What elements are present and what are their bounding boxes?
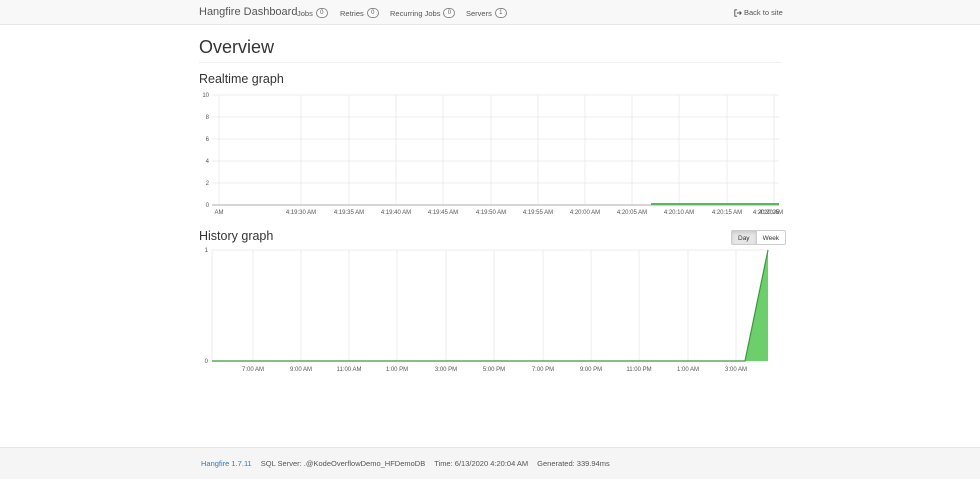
history-x-tick-label: 11:00 AM [337,367,362,373]
sql-server-info: SQL Server: .@KodeOverflowDemo_HFDemoDB [260,459,426,468]
generated-time: Generated: 339.94ms [537,459,610,468]
history-graph: 0 1 7:00 AM 9:00 AM 11:00 AM 1:00 PM 3:00 PM 5:… [205,248,769,373]
hangfire-version-link[interactable]: Hangfire 1.7.11 [201,459,252,468]
server-time: Time: 6/13/2020 4:20:04 AM [434,459,529,468]
history-y-tick-label: 0 [205,359,209,365]
history-x-tick-label: 3:00 AM [725,367,747,373]
history-x-tick-label: 3:00 PM [435,367,457,373]
history-x-tick-label: 1:00 PM [386,367,408,373]
history-x-tick-label: 9:00 PM [580,367,602,373]
history-x-tick-label: 7:00 PM [532,367,554,373]
history-x-tick-label: 11:00 PM [626,367,651,373]
history-x-tick-label: 1:00 AM [677,367,699,373]
footer: Hangfire 1.7.11 SQL Server: .@KodeOverfl… [0,447,980,479]
history-x-tick-label: 7:00 AM [242,367,264,373]
history-x-tick-label: 9:00 AM [290,367,312,373]
history-plot-area [212,250,768,361]
history-y-tick-label: 1 [205,248,209,254]
history-x-tick-label: 5:00 PM [483,367,505,373]
